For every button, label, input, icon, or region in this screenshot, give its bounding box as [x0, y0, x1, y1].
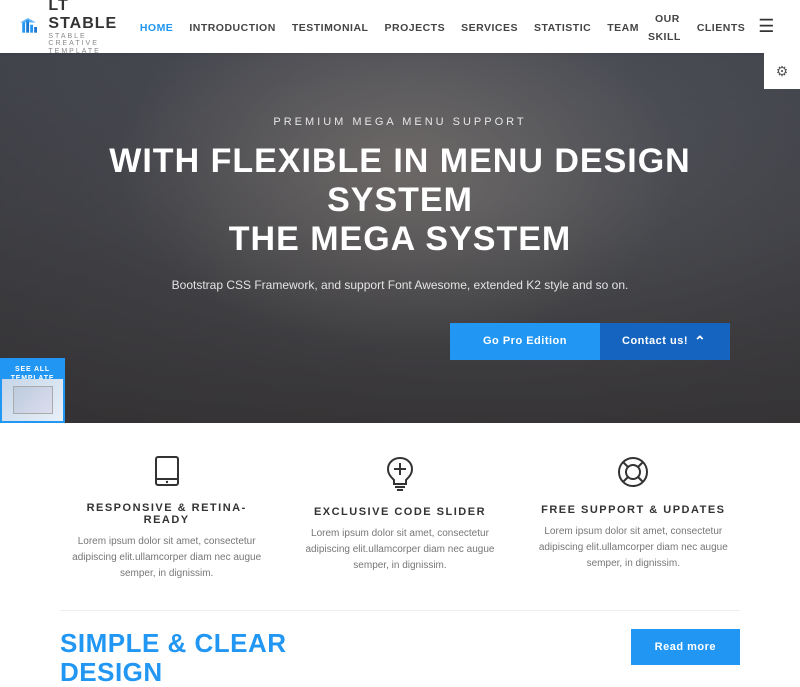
hero-content: PREMIUM MEGA MENU SUPPORT WITH FLEXIBLE … [50, 116, 750, 359]
logo-title: LT STABLE [48, 0, 132, 33]
go-pro-button[interactable]: Go Pro Edition [450, 323, 600, 360]
feature-desc-responsive: Lorem ipsum dolor sit amet, consectetur … [67, 534, 267, 582]
logo-subtitle: STABLE CREATIVE TEMPLATE [48, 33, 132, 56]
chevron-up-icon: ⌃ [694, 333, 706, 350]
gear-icon: ⚙ [776, 63, 789, 80]
hero-subtitle: PREMIUM MEGA MENU SUPPORT [70, 116, 730, 128]
life-ring-icon [533, 455, 733, 494]
nav-item-intro[interactable]: INTRODUCTION [182, 18, 283, 36]
feature-title-responsive: RESPONSIVE & RETINA-READY [67, 502, 267, 526]
logo-text: LT STABLE STABLE CREATIVE TEMPLATE [48, 0, 132, 56]
bottom-section: SIMPLE & CLEAR DESIGN Read more [0, 611, 800, 686]
nav-item-projects[interactable]: PROJECTS [377, 18, 452, 36]
nav-item-team[interactable]: TEAM [600, 18, 646, 36]
feature-item-responsive: RESPONSIVE & RETINA-READY Lorem ipsum do… [67, 455, 267, 582]
nav-item-statistic[interactable]: STATISTIC [527, 18, 598, 36]
hero-section: SEE ALLTEMPLATE PREMIUM MEGA MENU SUPPOR… [0, 53, 800, 423]
contact-label: Contact us! [622, 335, 688, 347]
feature-title-slider: EXCLUSIVE CODE SLIDER [300, 506, 500, 518]
hamburger-menu[interactable]: ☰ [752, 12, 780, 41]
nav-item-testimonial[interactable]: TESTIMONIAL [285, 18, 376, 36]
contact-button[interactable]: Contact us! ⌃ [600, 323, 730, 360]
logo: LT STABLE STABLE CREATIVE TEMPLATE [20, 0, 133, 56]
tablet-icon [67, 455, 267, 492]
nav-item-home[interactable]: HOME [133, 18, 181, 36]
bulb-icon [300, 455, 500, 496]
section-heading: SIMPLE & CLEAR DESIGN [60, 629, 287, 686]
logo-icon [20, 9, 40, 45]
nav-links: HOME INTRODUCTION TESTIMONIAL PROJECTS S… [133, 9, 752, 45]
heading-line1: SIMPLE & CLEAR [60, 628, 287, 658]
feature-title-support: FREE SUPPORT & UPDATES [533, 504, 733, 516]
feature-desc-slider: Lorem ipsum dolor sit amet, consectetur … [300, 526, 500, 574]
hero-buttons: Go Pro Edition Contact us! ⌃ [70, 323, 730, 360]
hero-title-line1: WITH FLEXIBLE IN MENU DESIGN SYSTEM [109, 142, 690, 219]
see-all-badge-area[interactable]: SEE ALLTEMPLATE [0, 358, 65, 423]
read-more-button[interactable]: Read more [631, 629, 740, 665]
feature-item-support: FREE SUPPORT & UPDATES Lorem ipsum dolor… [533, 455, 733, 582]
nav-item-services[interactable]: SERVICES [454, 18, 525, 36]
nav-item-clients[interactable]: CLIENTS [690, 18, 752, 36]
navbar: LT STABLE STABLE CREATIVE TEMPLATE HOME … [0, 0, 800, 53]
hero-title-line2: THE MEGA SYSTEM [229, 220, 571, 258]
feature-item-slider: EXCLUSIVE CODE SLIDER Lorem ipsum dolor … [300, 455, 500, 582]
hero-description: Bootstrap CSS Framework, and support Fon… [70, 276, 730, 295]
features-section: RESPONSIVE & RETINA-READY Lorem ipsum do… [0, 423, 800, 602]
template-thumbnail: SEE ALLTEMPLATE [0, 358, 65, 423]
settings-button[interactable]: ⚙ [764, 53, 800, 89]
feature-desc-support: Lorem ipsum dolor sit amet, consectetur … [533, 524, 733, 572]
nav-item-ourskill[interactable]: OUR SKILL [648, 9, 688, 45]
heading-line2: DESIGN [60, 657, 163, 687]
hero-title: WITH FLEXIBLE IN MENU DESIGN SYSTEM THE … [70, 142, 730, 259]
